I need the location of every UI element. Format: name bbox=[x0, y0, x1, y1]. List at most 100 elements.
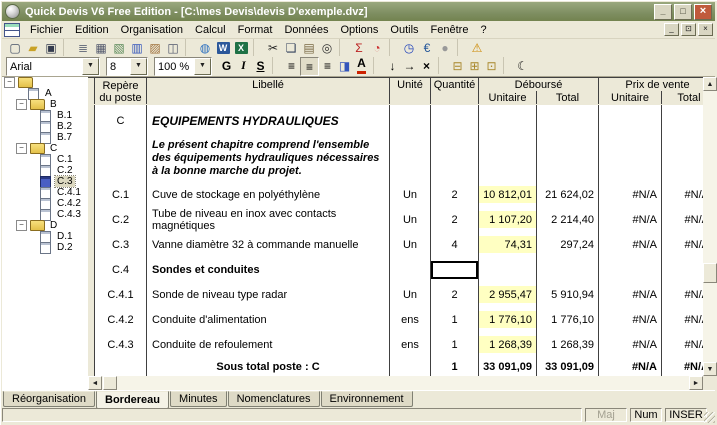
row-header-strip[interactable] bbox=[88, 332, 95, 357]
row-header-strip[interactable] bbox=[88, 207, 95, 232]
cell-qty[interactable]: 4 bbox=[431, 232, 479, 257]
cell-label[interactable]: Cuve de stockage en polyéthylène bbox=[147, 182, 390, 207]
tree-item-C.2[interactable]: C.2 bbox=[2, 165, 88, 176]
cell-unit[interactable]: Un bbox=[390, 207, 431, 232]
cell-label[interactable]: EQUIPEMENTS HYDRAULIQUES bbox=[147, 105, 390, 137]
cell-unit[interactable]: ens bbox=[390, 307, 431, 332]
cell-unit[interactable] bbox=[390, 105, 431, 137]
cell-label[interactable]: Conduite d'alimentation bbox=[147, 307, 390, 332]
cell-qty[interactable]: 1 bbox=[431, 307, 479, 332]
cell-cost-total[interactable]: 297,24 bbox=[537, 232, 599, 257]
cell-cost-total[interactable]: 1 268,39 bbox=[537, 332, 599, 357]
menu-outils[interactable]: Outils bbox=[384, 23, 424, 37]
new-document-icon[interactable]: ▢ bbox=[6, 39, 24, 56]
tree-item-C.4.3[interactable]: C.4.3 bbox=[2, 209, 88, 220]
cell-cost-total[interactable]: 5 910,94 bbox=[537, 282, 599, 307]
tree-item-C.4.1[interactable]: C.4.1 bbox=[2, 187, 88, 198]
collapse-icon[interactable]: − bbox=[4, 77, 15, 88]
menu-calcul[interactable]: Calcul bbox=[189, 23, 232, 37]
cell-cost-unit[interactable] bbox=[479, 257, 537, 282]
cell-label[interactable]: Vanne diamètre 32 à commande manuelle bbox=[147, 232, 390, 257]
child-restore-button[interactable]: ⊡ bbox=[681, 23, 696, 36]
menu-organisation[interactable]: Organisation bbox=[115, 23, 189, 37]
editable-cost-cell[interactable]: 1 107,20 bbox=[479, 211, 536, 228]
tab-environnement[interactable]: Environnement bbox=[321, 391, 413, 407]
scroll-right-icon[interactable]: ► bbox=[689, 376, 703, 390]
cell-price-unit[interactable] bbox=[599, 105, 662, 137]
cell-cost-unit[interactable] bbox=[479, 105, 537, 137]
collapse-icon[interactable]: − bbox=[16, 220, 27, 231]
collapse-icon[interactable]: − bbox=[16, 99, 27, 110]
cell-qty[interactable]: 2 bbox=[431, 207, 479, 232]
cell-price-unit[interactable]: #N/A bbox=[599, 357, 662, 376]
insert-right-button[interactable]: → bbox=[401, 57, 418, 74]
tree-item-B.7[interactable]: B.7 bbox=[2, 132, 88, 143]
word-export-icon[interactable]: W bbox=[214, 39, 232, 56]
cell-price-unit[interactable]: #N/A bbox=[599, 282, 662, 307]
tree-item-C.4.2[interactable]: C.4.2 bbox=[2, 198, 88, 209]
cell-ref[interactable]: C.4 bbox=[95, 257, 147, 282]
warning-icon[interactable]: ⚠ bbox=[468, 39, 486, 56]
tree-item-root[interactable]: − bbox=[2, 77, 88, 88]
italic-button[interactable]: I bbox=[235, 57, 252, 74]
cell-cost-total[interactable] bbox=[537, 137, 599, 182]
cell-qty[interactable] bbox=[431, 105, 479, 137]
underline-button[interactable]: S bbox=[252, 57, 269, 74]
package-icon[interactable]: ▨ bbox=[146, 39, 164, 56]
align-center-button[interactable]: ≡ bbox=[300, 57, 319, 76]
menu-données[interactable]: Données bbox=[278, 23, 334, 37]
title-bar[interactable]: Quick Devis V6 Free Edition - [C:\mes De… bbox=[2, 2, 715, 21]
selected-cell[interactable] bbox=[431, 261, 478, 279]
cell-ref[interactable]: C.4.1 bbox=[95, 282, 147, 307]
tree-item-C.3[interactable]: C.3 bbox=[2, 176, 88, 187]
cell-ref[interactable]: C.3 bbox=[95, 232, 147, 257]
cell-ref[interactable]: C bbox=[95, 105, 147, 137]
cell-cost-unit[interactable]: 1 776,10 bbox=[479, 307, 537, 332]
editable-cost-cell[interactable]: 1 776,10 bbox=[479, 311, 536, 328]
cell-label[interactable]: Conduite de refoulement bbox=[147, 332, 390, 357]
row-header-strip[interactable] bbox=[88, 282, 95, 307]
cell-qty[interactable]: 1 bbox=[431, 332, 479, 357]
cell-unit[interactable]: Un bbox=[390, 282, 431, 307]
menu-format[interactable]: Format bbox=[232, 23, 279, 37]
row-header-strip[interactable] bbox=[88, 257, 95, 282]
child-minimize-button[interactable]: _ bbox=[664, 23, 679, 36]
paste-icon[interactable]: ▤ bbox=[300, 39, 318, 56]
cell-label[interactable]: Tube de niveau en inox avec contacts mag… bbox=[147, 207, 390, 232]
tree-item-D.2[interactable]: D.2 bbox=[2, 242, 88, 253]
cell-price-unit[interactable] bbox=[599, 257, 662, 282]
resize-grip[interactable] bbox=[704, 412, 715, 423]
cell-cost-total[interactable]: 2 214,40 bbox=[537, 207, 599, 232]
row-header-strip[interactable] bbox=[88, 232, 95, 257]
row-header-strip[interactable] bbox=[88, 105, 95, 137]
cell-cost-unit[interactable]: 33 091,09 bbox=[479, 357, 537, 376]
cell-label[interactable]: Sous total poste : C bbox=[147, 357, 390, 376]
print-preview-icon[interactable]: ◫ bbox=[164, 39, 182, 56]
merge-cells-button[interactable]: ◨ bbox=[336, 57, 353, 74]
open-folder-icon[interactable]: ▰ bbox=[24, 39, 42, 56]
child-close-button[interactable]: × bbox=[698, 23, 713, 36]
cell-price-unit[interactable]: #N/A bbox=[599, 307, 662, 332]
tab-minutes[interactable]: Minutes bbox=[170, 391, 227, 407]
font-color-button[interactable]: A bbox=[353, 57, 370, 74]
editable-cost-cell[interactable]: 1 268,39 bbox=[479, 336, 536, 353]
cell-qty[interactable]: 2 bbox=[431, 182, 479, 207]
sphere-icon[interactable]: ● bbox=[436, 39, 454, 56]
close-button[interactable]: × bbox=[694, 4, 712, 20]
delete-cells-button[interactable]: × bbox=[418, 57, 435, 74]
tree-item-B[interactable]: −B bbox=[2, 99, 88, 110]
minimize-button[interactable]: _ bbox=[654, 4, 672, 20]
database-icon[interactable]: ≣ bbox=[74, 39, 92, 56]
pie-chart-icon[interactable]: ◔ bbox=[368, 39, 386, 56]
tab-réorganisation[interactable]: Réorganisation bbox=[3, 391, 95, 407]
cell-ref[interactable] bbox=[95, 357, 147, 376]
cell-cost-unit[interactable]: 10 812,01 bbox=[479, 182, 537, 207]
tree-item-A[interactable]: A bbox=[2, 88, 88, 99]
cell-cost-unit[interactable]: 74,31 bbox=[479, 232, 537, 257]
scroll-left-icon[interactable]: ◄ bbox=[88, 376, 102, 390]
cell-ref[interactable]: C.4.2 bbox=[95, 307, 147, 332]
vertical-scroll-thumb[interactable] bbox=[703, 263, 717, 283]
cell-cost-unit[interactable]: 2 955,47 bbox=[479, 282, 537, 307]
editable-cost-cell[interactable]: 10 812,01 bbox=[479, 186, 536, 203]
cell-unit[interactable] bbox=[390, 137, 431, 182]
